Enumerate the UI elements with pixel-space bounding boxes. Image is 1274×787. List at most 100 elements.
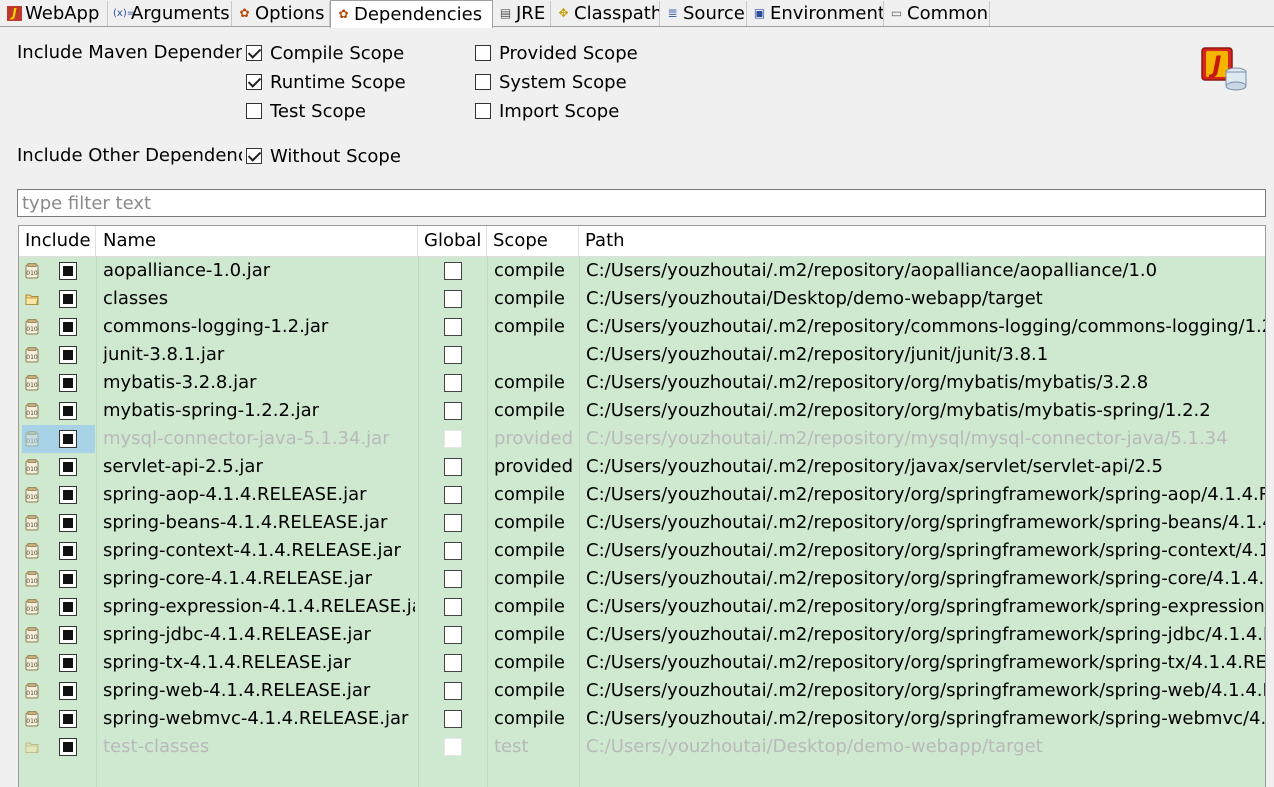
include-checkbox[interactable]: [59, 374, 77, 392]
dependency-path: C:/Users/youzhoutai/.m2/repository/org/m…: [586, 400, 1211, 421]
tab-arguments[interactable]: (x)= Arguments: [108, 1, 232, 26]
global-checkbox[interactable]: [444, 598, 462, 616]
column-header-scope[interactable]: Scope: [487, 226, 579, 256]
global-checkbox[interactable]: [444, 626, 462, 644]
tab-webapp[interactable]: J WebApp: [2, 1, 108, 26]
dependency-name: junit-3.8.1.jar: [103, 344, 225, 365]
dependency-path: C:/Users/youzhoutai/.m2/repository/org/s…: [586, 624, 1265, 645]
include-checkbox[interactable]: [59, 402, 77, 420]
global-checkbox[interactable]: [444, 514, 462, 532]
tab-classpath[interactable]: ✥ Classpath: [551, 1, 660, 26]
global-checkbox[interactable]: [444, 682, 462, 700]
table-row[interactable]: 010 spring-expression-4.1.4.RELEASE.jar co…: [19, 593, 1265, 621]
global-checkbox[interactable]: [444, 486, 462, 504]
provided-scope-checkbox[interactable]: Provided Scope: [475, 40, 638, 66]
include-checkbox[interactable]: [59, 598, 77, 616]
import-scope-checkbox[interactable]: Import Scope: [475, 98, 619, 124]
include-checkbox[interactable]: [59, 486, 77, 504]
checkbox-box[interactable]: [475, 45, 491, 61]
include-checkbox[interactable]: [59, 710, 77, 728]
table-row[interactable]: 010 aopalliance-1.0.jar compile C:/Users/yo…: [19, 257, 1265, 285]
global-checkbox[interactable]: [444, 290, 462, 308]
table-row[interactable]: 010 spring-context-4.1.4.RELEASE.jar compi…: [19, 537, 1265, 565]
table-row[interactable]: 010 spring-jdbc-4.1.4.RELEASE.jar compile C…: [19, 621, 1265, 649]
without-scope-checkbox[interactable]: Without Scope: [246, 143, 401, 169]
include-checkbox[interactable]: [59, 430, 77, 448]
global-checkbox[interactable]: [444, 430, 462, 448]
table-row[interactable]: 010 spring-webmvc-4.1.4.RELEASE.jar compil…: [19, 705, 1265, 733]
jar-icon: 010: [25, 683, 39, 699]
include-checkbox[interactable]: [59, 262, 77, 280]
tab-environment[interactable]: ▣ Environment: [747, 1, 884, 26]
global-checkbox[interactable]: [444, 346, 462, 364]
svg-text:010: 010: [26, 634, 38, 641]
dependency-path: C:/Users/youzhoutai/.m2/repository/org/s…: [586, 540, 1265, 561]
jar-icon: 010: [25, 375, 39, 391]
test-scope-checkbox[interactable]: Test Scope: [246, 98, 366, 124]
global-checkbox[interactable]: [444, 570, 462, 588]
global-checkbox[interactable]: [444, 710, 462, 728]
checkbox-box[interactable]: [246, 103, 262, 119]
table-row[interactable]: 010 spring-aop-4.1.4.RELEASE.jar compile C:…: [19, 481, 1265, 509]
column-header-include[interactable]: Include: [19, 226, 96, 256]
other-dependencies-label: Include Other Dependencies:: [17, 145, 242, 166]
include-checkbox[interactable]: [59, 626, 77, 644]
filter-input[interactable]: [17, 189, 1266, 217]
tab-dependencies[interactable]: ✿ Dependencies: [330, 0, 493, 28]
dependency-path: C:/Users/youzhoutai/.m2/repository/org/s…: [586, 652, 1266, 673]
dependency-scope: compile: [494, 288, 565, 309]
compile-scope-checkbox[interactable]: Compile Scope: [246, 40, 404, 66]
dependency-name: spring-beans-4.1.4.RELEASE.jar: [103, 512, 388, 533]
table-row[interactable]: test-classes test C:/Users/youzhoutai/Desk…: [19, 733, 1265, 761]
tab-source[interactable]: ≣ Source: [660, 1, 747, 26]
column-header-name[interactable]: Name: [96, 226, 418, 256]
table-row[interactable]: classes compile C:/Users/youzhoutai/Deskto…: [19, 285, 1265, 313]
tab-options[interactable]: ✿ Options: [232, 1, 330, 26]
include-checkbox[interactable]: [59, 514, 77, 532]
table-row[interactable]: 010 spring-beans-4.1.4.RELEASE.jar compile…: [19, 509, 1265, 537]
global-checkbox[interactable]: [444, 374, 462, 392]
global-checkbox[interactable]: [444, 402, 462, 420]
tab-common[interactable]: ▭ Common: [884, 1, 990, 26]
global-checkbox[interactable]: [444, 262, 462, 280]
checkbox-box[interactable]: [475, 74, 491, 90]
include-checkbox[interactable]: [59, 290, 77, 308]
checkbox-box[interactable]: [246, 74, 262, 90]
table-row[interactable]: 010 junit-3.8.1.jar C:/Users/youzhoutai/.m…: [19, 341, 1265, 369]
table-row[interactable]: 010 spring-tx-4.1.4.RELEASE.jar compile C:/…: [19, 649, 1265, 677]
dependency-path: C:/Users/youzhoutai/Desktop/demo-webapp/…: [586, 288, 1043, 309]
checkbox-box[interactable]: [475, 103, 491, 119]
include-checkbox[interactable]: [59, 738, 77, 756]
table-row[interactable]: 010 mybatis-3.2.8.jar compile C:/Users/youz…: [19, 369, 1265, 397]
include-checkbox[interactable]: [59, 542, 77, 560]
checkbox-box[interactable]: [246, 148, 262, 164]
svg-text:010: 010: [26, 326, 38, 333]
tab-jre[interactable]: ▤ JRE: [493, 1, 551, 26]
global-checkbox[interactable]: [444, 738, 462, 756]
runtime-scope-checkbox[interactable]: Runtime Scope: [246, 69, 406, 95]
system-scope-checkbox[interactable]: System Scope: [475, 69, 627, 95]
include-checkbox[interactable]: [59, 682, 77, 700]
global-checkbox[interactable]: [444, 458, 462, 476]
column-header-path[interactable]: Path: [579, 226, 1265, 256]
checkbox-box[interactable]: [246, 45, 262, 61]
include-checkbox[interactable]: [59, 654, 77, 672]
svg-text:010: 010: [26, 522, 38, 529]
table-row[interactable]: 010 spring-core-4.1.4.RELEASE.jar compile C…: [19, 565, 1265, 593]
table-row[interactable]: 010 commons-logging-1.2.jar compile C:/User…: [19, 313, 1265, 341]
global-checkbox[interactable]: [444, 654, 462, 672]
global-checkbox[interactable]: [444, 542, 462, 560]
include-checkbox[interactable]: [59, 458, 77, 476]
include-checkbox[interactable]: [59, 346, 77, 364]
table-row[interactable]: 010 servlet-api-2.5.jar provided C:/Users/y…: [19, 453, 1265, 481]
table-row[interactable]: 010 mybatis-spring-1.2.2.jar compile C:/Use…: [19, 397, 1265, 425]
table-row[interactable]: 010 mysql-connector-java-5.1.34.jar provid…: [19, 425, 1265, 453]
global-checkbox[interactable]: [444, 318, 462, 336]
include-checkbox[interactable]: [59, 570, 77, 588]
table-row[interactable]: 010 spring-web-4.1.4.RELEASE.jar compile C:…: [19, 677, 1265, 705]
dependencies-table[interactable]: Include Name Global Scope Path 010 aopall…: [18, 225, 1266, 787]
column-header-global[interactable]: Global: [418, 226, 487, 256]
dependency-name: spring-web-4.1.4.RELEASE.jar: [103, 680, 371, 701]
dependency-scope: compile: [494, 596, 565, 617]
include-checkbox[interactable]: [59, 318, 77, 336]
